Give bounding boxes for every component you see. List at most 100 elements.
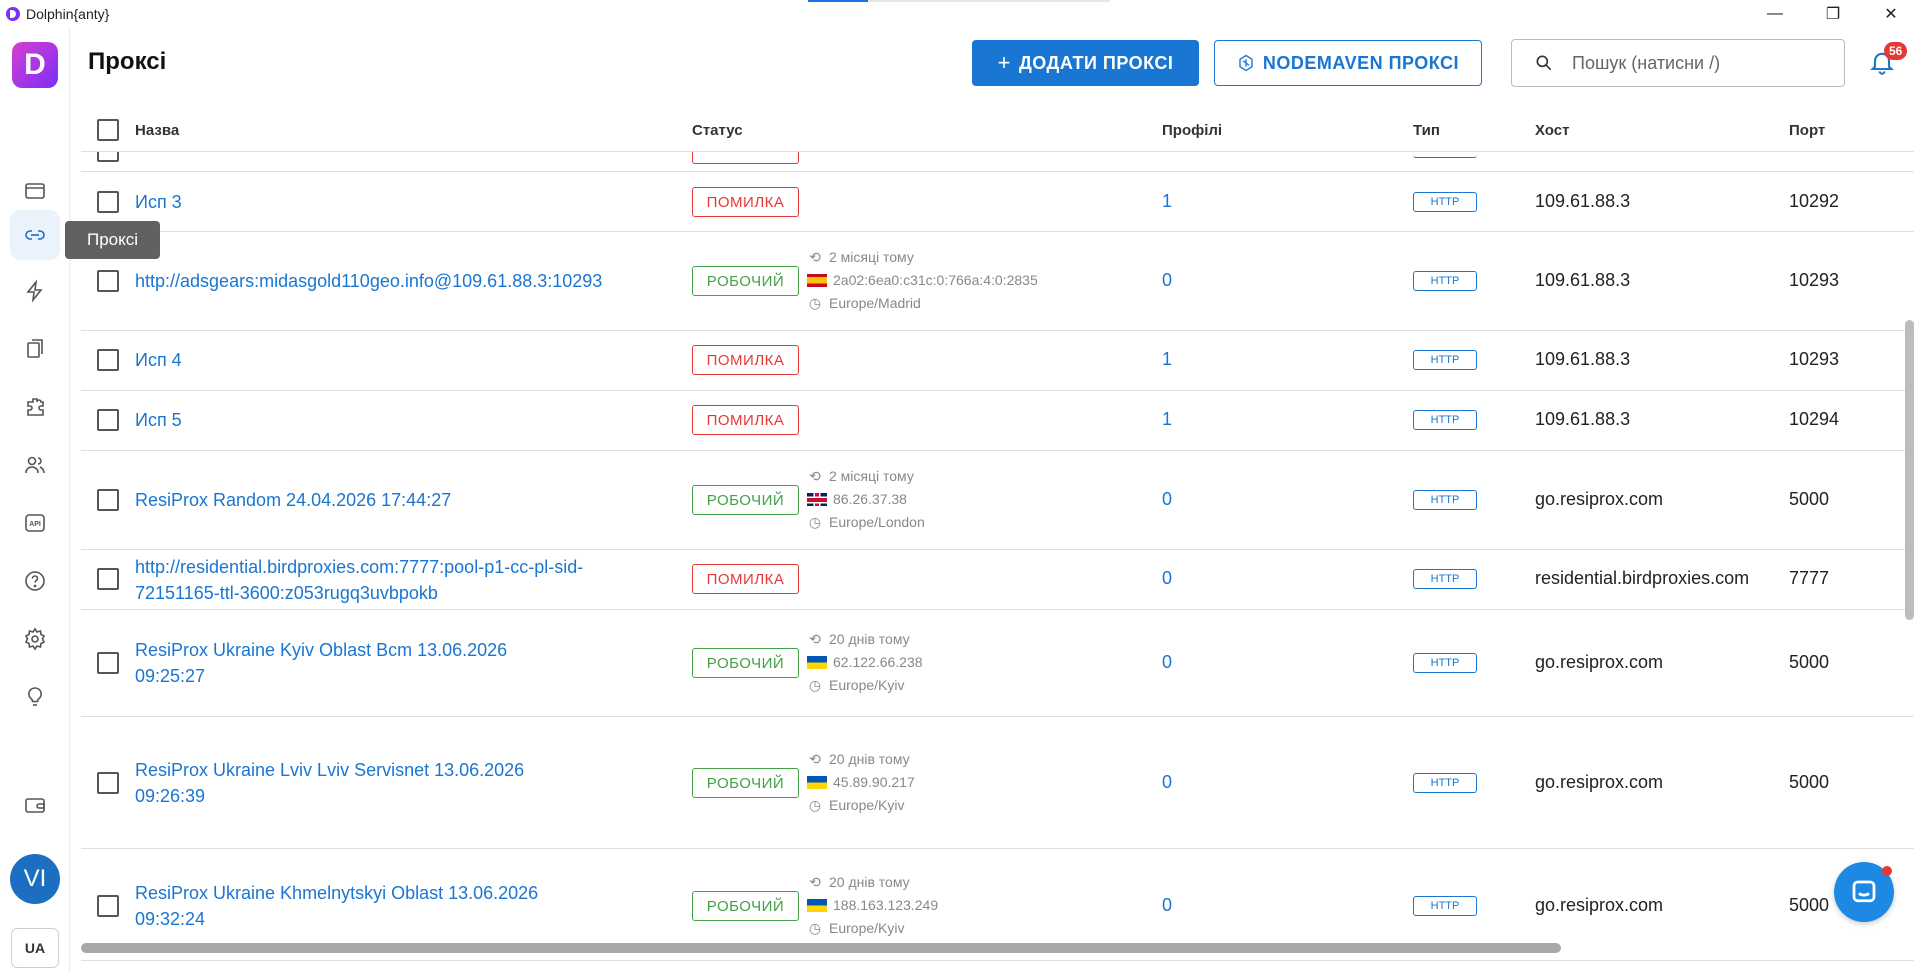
chat-unread-dot — [1882, 866, 1892, 876]
sidebar: D API VI UA — [0, 28, 70, 972]
table-row — [81, 140, 1914, 172]
proxy-name-link[interactable]: ResiProx Ukraine Kyiv Oblast Bcm 13.06.2… — [135, 637, 507, 689]
flag-es-icon — [807, 274, 827, 287]
app-logo-icon — [6, 7, 20, 21]
add-proxy-button[interactable]: + ДОДАТИ ПРОКСІ — [972, 40, 1199, 86]
wallet-icon — [25, 798, 45, 813]
search-box[interactable] — [1511, 39, 1845, 87]
status-badge: ПОМИЛКА — [692, 345, 799, 375]
type-badge: HTTP — [1413, 569, 1477, 589]
row-checkbox[interactable] — [97, 191, 119, 213]
profiles-count[interactable]: 1 — [1162, 191, 1172, 212]
proxy-name-link[interactable]: http://residential.birdproxies.com:7777:… — [135, 554, 583, 606]
type-badge: HTTP — [1413, 896, 1477, 916]
table-row[interactable]: ResiProx Ukraine Lviv Lviv Servisnet 13.… — [81, 717, 1914, 849]
user-avatar[interactable]: VI — [10, 854, 60, 904]
sidebar-item-extensions[interactable] — [10, 382, 60, 432]
port-cell: 5000 — [1789, 489, 1830, 509]
sidebar-item-wallet[interactable] — [10, 780, 60, 830]
table-row[interactable]: Исп 5 ПОМИЛКА 1 HTTP 109.61.88.3 10294 — [81, 391, 1914, 451]
vertical-scrollbar[interactable] — [1905, 320, 1914, 620]
profiles-count[interactable]: 0 — [1162, 270, 1172, 291]
proxy-name-link[interactable]: http://adsgears:midasgold110geo.info@109… — [135, 268, 602, 294]
table-row[interactable]: http://adsgears:midasgold110geo.info@109… — [81, 232, 1914, 331]
port-cell: 10293 — [1789, 270, 1840, 290]
proxy-name-link[interactable]: ResiProx Ukraine Khmelnytskyi Oblast 13.… — [135, 880, 538, 932]
minimize-button[interactable]: — — [1746, 0, 1804, 28]
column-status[interactable]: Статус — [692, 122, 743, 139]
column-port[interactable]: Порт — [1789, 122, 1825, 139]
row-checkbox[interactable] — [97, 568, 119, 590]
sidebar-item-profiles[interactable] — [10, 166, 60, 216]
team-icon — [25, 456, 45, 474]
type-badge: HTTP — [1413, 271, 1477, 291]
profiles-count[interactable]: 1 — [1162, 349, 1172, 370]
search-input[interactable] — [1572, 52, 1832, 74]
sidebar-item-team[interactable] — [10, 440, 60, 490]
browser-profiles-icon — [25, 183, 45, 199]
proxy-name-link[interactable]: ResiProx Ukraine Lviv Lviv Servisnet 13.… — [135, 757, 524, 809]
language-switcher[interactable]: UA — [11, 928, 59, 968]
row-checkbox[interactable] — [97, 489, 119, 511]
proxy-name-link[interactable]: ResiProx Random 24.04.2026 17:44:27 — [135, 487, 451, 513]
host-cell: 109.61.88.3 — [1535, 409, 1631, 429]
history-icon: ⟲ — [809, 631, 821, 647]
clock-icon: ◷ — [808, 797, 822, 813]
profiles-count[interactable]: 0 — [1162, 895, 1172, 916]
type-badge: HTTP — [1413, 350, 1477, 370]
row-checkbox[interactable] — [97, 349, 119, 371]
sidebar-item-api[interactable]: API — [10, 498, 60, 548]
restore-button[interactable]: ❐ — [1804, 0, 1862, 28]
sidebar-item-proxy[interactable] — [10, 210, 60, 260]
table-row[interactable]: Исп 4 ПОМИЛКА 1 HTTP 109.61.88.3 10293 — [81, 331, 1914, 391]
type-badge: HTTP — [1413, 410, 1477, 430]
sidebar-tooltip: Проксі — [65, 221, 160, 259]
profiles-count[interactable]: 1 — [1162, 409, 1172, 430]
nodemaven-proxy-button[interactable]: NODEMAVEN ПРОКСІ — [1214, 40, 1482, 86]
check-details: ⟲ 2 місяці тому 86.26.37.38 ◷ Europe/Londo… — [807, 468, 925, 530]
port-cell: 10293 — [1789, 349, 1840, 369]
profiles-count[interactable]: 0 — [1162, 489, 1172, 510]
horizontal-scrollbar[interactable] — [81, 943, 1561, 953]
table-row[interactable]: Исп 3 ПОМИЛКА 1 HTTP 109.61.88.3 10292 — [81, 172, 1914, 232]
table-row[interactable]: ResiProx Random 24.04.2026 17:44:27 РОБО… — [81, 451, 1914, 550]
profiles-count[interactable]: 0 — [1162, 772, 1172, 793]
column-host[interactable]: Хост — [1535, 122, 1569, 139]
flag-ua-icon — [807, 776, 827, 789]
column-profiles[interactable]: Профілі — [1162, 122, 1222, 139]
clock-icon: ◷ — [808, 514, 822, 530]
port-cell: 10292 — [1789, 191, 1840, 211]
extensions-icon — [27, 398, 44, 416]
sidebar-item-ideas[interactable] — [10, 672, 60, 722]
proxy-name-link[interactable]: Исп 5 — [135, 407, 182, 433]
table-row[interactable]: http://residential.birdproxies.com:7777:… — [81, 550, 1914, 610]
row-checkbox[interactable] — [97, 895, 119, 917]
sidebar-item-help[interactable] — [10, 556, 60, 606]
check-details: ⟲ 2 місяці тому 2a02:6ea0:c31c:0:766a:4:0… — [807, 249, 1038, 311]
host-cell: go.resiprox.com — [1535, 489, 1664, 509]
profiles-count[interactable]: 0 — [1162, 568, 1172, 589]
profiles-count[interactable]: 0 — [1162, 652, 1172, 673]
proxy-name-link[interactable]: Исп 3 — [135, 189, 182, 215]
row-checkbox[interactable] — [97, 772, 119, 794]
status-badge: ПОМИЛКА — [692, 564, 799, 594]
column-type[interactable]: Тип — [1413, 122, 1440, 139]
host-cell: 109.61.88.3 — [1535, 191, 1631, 211]
sidebar-item-automation[interactable] — [10, 266, 60, 316]
table-row[interactable]: ResiProx Ukraine Kyiv Oblast Bcm 13.06.2… — [81, 610, 1914, 717]
row-checkbox[interactable] — [97, 652, 119, 674]
type-badge: HTTP — [1413, 192, 1477, 212]
status-badge: РОБОЧИЙ — [692, 485, 799, 515]
close-button[interactable]: ✕ — [1862, 0, 1920, 28]
row-checkbox[interactable] — [97, 270, 119, 292]
status-badge: ПОМИЛКА — [692, 405, 799, 435]
proxy-name-link[interactable]: Исп 4 — [135, 347, 182, 373]
dolphin-logo[interactable]: D — [12, 42, 58, 88]
select-all-checkbox[interactable] — [97, 119, 119, 141]
column-name[interactable]: Назва — [135, 122, 179, 139]
sidebar-item-settings[interactable] — [10, 614, 60, 664]
host-cell: go.resiprox.com — [1535, 652, 1664, 672]
port-cell: 5000 — [1789, 895, 1830, 915]
sidebar-item-bookmarks[interactable] — [10, 324, 60, 374]
row-checkbox[interactable] — [97, 409, 119, 431]
